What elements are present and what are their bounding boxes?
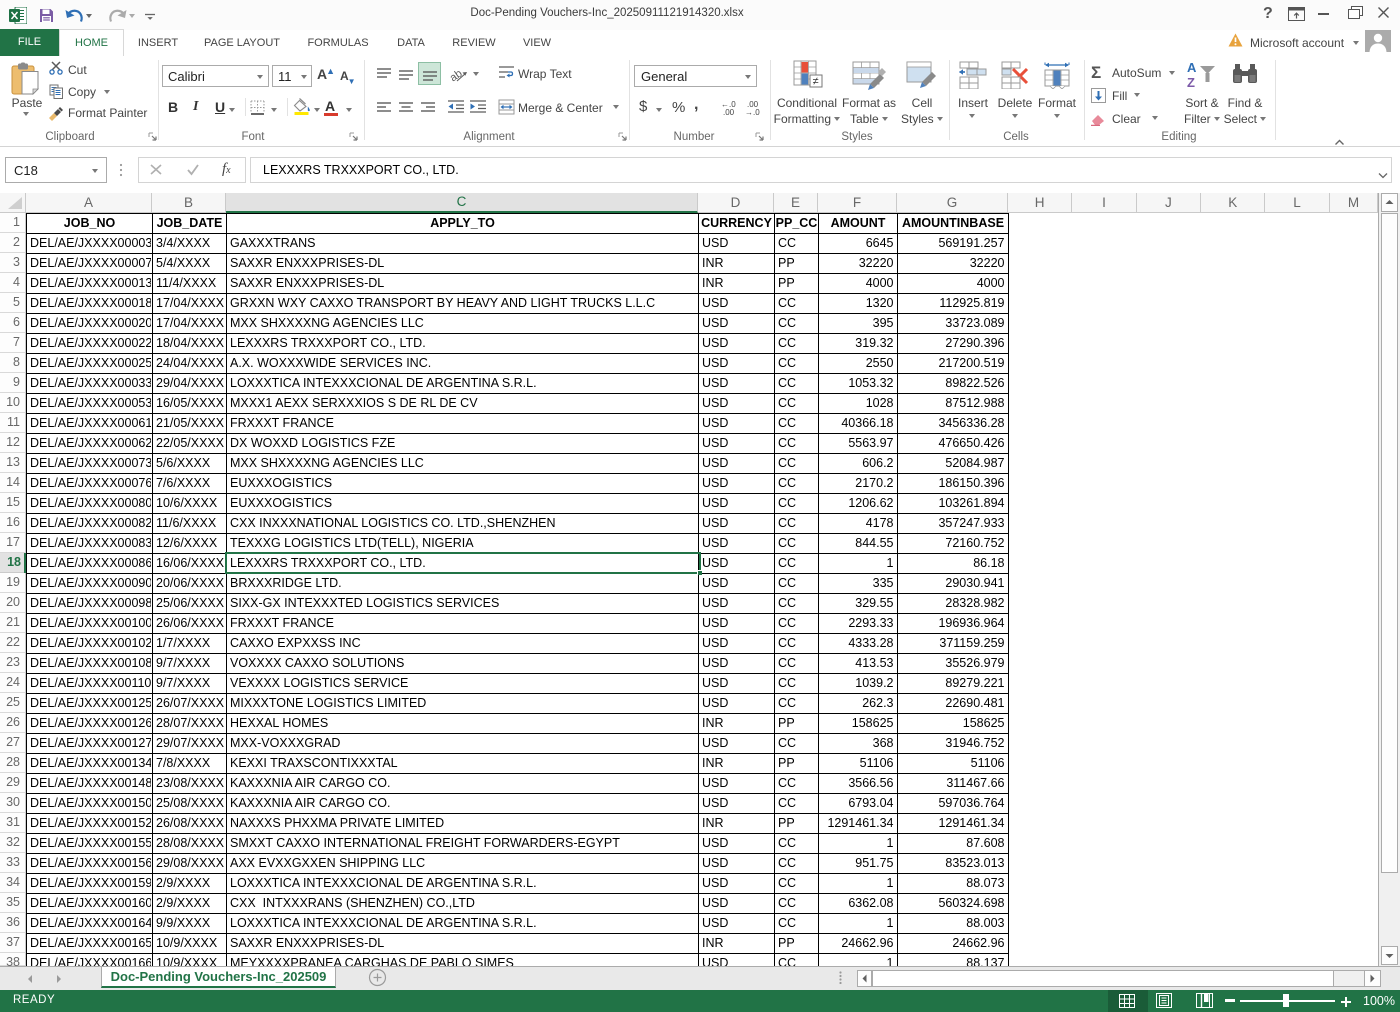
svg-text:A: A — [1187, 60, 1197, 75]
svg-text:ab: ab — [450, 68, 465, 82]
svg-text:≠: ≠ — [813, 76, 819, 88]
svg-text:.00: .00 — [723, 108, 735, 116]
svg-text:Z: Z — [1187, 75, 1195, 90]
